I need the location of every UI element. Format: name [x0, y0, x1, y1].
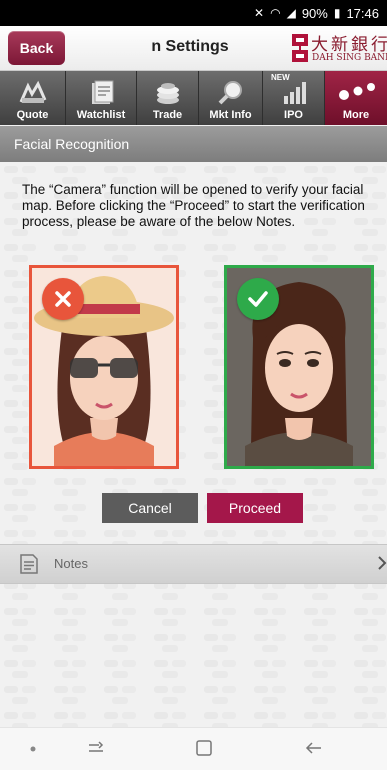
home-icon[interactable]: [195, 738, 213, 758]
trade-icon: [156, 83, 179, 104]
facial-recognition-content: The “Camera” function will be opened to …: [0, 162, 387, 727]
notes-label: Notes: [54, 556, 88, 571]
document-icon: [20, 554, 38, 574]
back-button[interactable]: Back: [8, 31, 65, 65]
clock: 17:46: [346, 5, 379, 21]
incorrect-example-image: [29, 265, 179, 469]
ipo-chart-icon: [283, 82, 306, 104]
tab-ipo[interactable]: NEW IPO: [263, 71, 325, 125]
correct-example-image: [224, 265, 374, 469]
more-dots-icon: [339, 83, 375, 100]
tab-quote-label: Quote: [16, 109, 49, 121]
back-arrow-icon[interactable]: [304, 738, 324, 758]
battery-icon: ▮: [333, 6, 341, 20]
check-icon: [248, 291, 268, 307]
proceed-button[interactable]: Proceed: [207, 493, 303, 523]
nav-dot-icon[interactable]: [30, 746, 36, 752]
tab-ipo-new-badge: NEW: [271, 73, 290, 82]
tab-more-label: More: [342, 109, 370, 121]
bank-logo-english: DAH SING BANK: [312, 53, 387, 63]
cancel-button[interactable]: Cancel: [102, 493, 198, 523]
tab-trade[interactable]: Trade: [137, 71, 199, 125]
system-navigation-bar: [0, 727, 387, 770]
bank-logo-mark-icon: [292, 34, 308, 62]
main-tab-bar: Quote Watchlist Trade Mkt Info NEW IPO M…: [0, 71, 387, 125]
magnifier-icon: [218, 81, 242, 105]
section-header: Facial Recognition: [0, 126, 387, 162]
tab-mkt-info[interactable]: Mkt Info: [199, 71, 263, 125]
section-title: Facial Recognition: [14, 136, 130, 152]
correct-badge: [237, 278, 279, 320]
mute-icon: ✕: [254, 6, 265, 20]
incorrect-badge: [42, 278, 84, 320]
battery-percent: 90%: [301, 5, 328, 21]
page-title: n Settings: [151, 38, 229, 55]
bank-logo: 大新銀行 DAH SING BANK: [290, 30, 387, 68]
tab-quote[interactable]: Quote: [0, 71, 66, 125]
instruction-text: The “Camera” function will be opened to …: [22, 182, 365, 229]
cross-icon: [55, 291, 71, 307]
tab-mkt-info-label: Mkt Info: [209, 109, 252, 121]
app-header: Back n Settings 大新銀行 DAH SING BANK: [0, 26, 387, 71]
quote-icon: [19, 80, 46, 103]
notes-row[interactable]: Notes: [0, 544, 387, 584]
tab-ipo-label: IPO: [284, 109, 303, 121]
chevron-right-icon: [378, 556, 387, 570]
signal-icon: ◢: [286, 6, 296, 20]
tab-more[interactable]: More: [325, 71, 387, 125]
recent-apps-icon[interactable]: [86, 738, 106, 758]
tab-watchlist-label: Watchlist: [76, 109, 126, 121]
bank-logo-chinese: 大新銀行: [311, 35, 387, 55]
wifi-icon: ◠: [270, 6, 281, 20]
tab-watchlist[interactable]: Watchlist: [66, 71, 137, 125]
watchlist-icon: [92, 80, 114, 104]
tab-trade-label: Trade: [152, 109, 183, 121]
status-bar: ✕ ◠ ◢ 90% ▮ 17:46: [0, 0, 387, 26]
